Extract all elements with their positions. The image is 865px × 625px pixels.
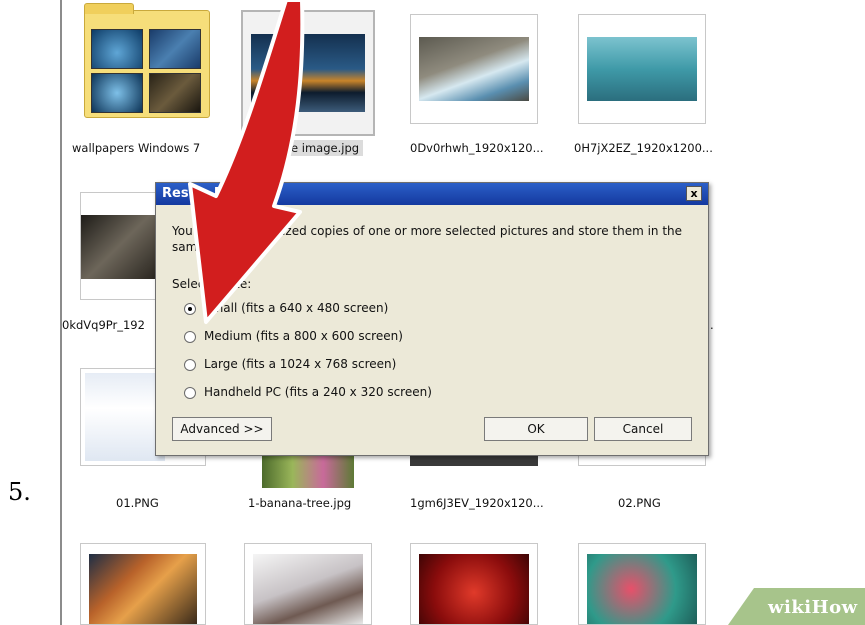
thumbnail-image — [81, 215, 155, 279]
thumbnail-image — [251, 34, 365, 112]
thumbnail-image — [85, 373, 165, 461]
folder-tab — [84, 3, 134, 14]
file-name-label[interactable]: 0kdVq9Pr_192 — [62, 318, 145, 332]
file-name-label[interactable]: 1gm6J3EV_1920x120... — [410, 496, 544, 510]
thumbnail-image — [262, 454, 354, 488]
file-name-label[interactable]: 1-banana-tree.jpg — [248, 496, 351, 510]
size-option-label: Medium (fits a 800 x 600 screen) — [204, 329, 403, 343]
thumbnail-image — [587, 37, 697, 101]
file-name-label[interactable]: 0H7jX2EZ_1920x1200... — [574, 141, 713, 155]
ok-button[interactable]: OK — [484, 417, 588, 441]
radio-button[interactable] — [184, 359, 196, 371]
file-thumbnail[interactable] — [410, 543, 538, 625]
file-name-label[interactable]: Sample image.jpg — [251, 140, 364, 156]
size-option-label: Large (fits a 1024 x 768 screen) — [204, 357, 397, 371]
file-thumbnail-sample-image[interactable] — [241, 10, 375, 136]
radio-button[interactable] — [184, 331, 196, 343]
folder-preview-image — [91, 73, 143, 113]
folder-thumbnail-wallpapers[interactable] — [84, 3, 210, 118]
thumbnail-image — [419, 554, 529, 624]
thumbnail-image — [419, 37, 529, 101]
folder-preview-image — [149, 73, 201, 113]
thumbnail-image — [587, 554, 697, 624]
folder-preview-image — [91, 29, 143, 69]
thumbnail-image — [253, 554, 363, 624]
folder-preview-image — [149, 29, 201, 69]
file-name-label[interactable]: 0Dv0rhwh_1920x120... — [410, 141, 544, 155]
close-button[interactable]: x — [686, 186, 702, 201]
file-thumbnail[interactable] — [410, 14, 538, 124]
file-name-label[interactable]: 01.PNG — [116, 496, 159, 510]
dialog-description: You can create resized copies of one or … — [172, 224, 683, 254]
radio-button[interactable] — [184, 303, 196, 315]
select-size-label: Select a size: — [172, 277, 252, 291]
dialog-title: Resize Pictures — [162, 186, 275, 201]
size-option-label: Handheld PC (fits a 240 x 320 screen) — [204, 385, 432, 399]
watermark-text: wikiHow — [768, 597, 858, 618]
cancel-button[interactable]: Cancel — [594, 417, 692, 441]
thumbnail-image — [89, 554, 197, 624]
file-thumbnail[interactable] — [578, 543, 706, 625]
file-name-label[interactable]: wallpapers Windows 7 — [72, 141, 200, 155]
size-option-label: Small (fits a 640 x 480 screen) — [204, 301, 389, 315]
file-thumbnail[interactable] — [578, 14, 706, 124]
step-number: 5. — [8, 478, 31, 506]
advanced-button[interactable]: Advanced >> — [172, 417, 272, 441]
radio-button[interactable] — [184, 387, 196, 399]
file-thumbnail[interactable] — [244, 543, 372, 625]
resize-pictures-dialog: Resize Pictures x You can create resized… — [155, 182, 709, 456]
dialog-title-bar[interactable]: Resize Pictures x — [156, 183, 708, 205]
file-name-label[interactable]: 02.PNG — [618, 496, 661, 510]
file-name-label-truncated: . — [710, 318, 714, 332]
file-thumbnail[interactable] — [80, 543, 206, 625]
